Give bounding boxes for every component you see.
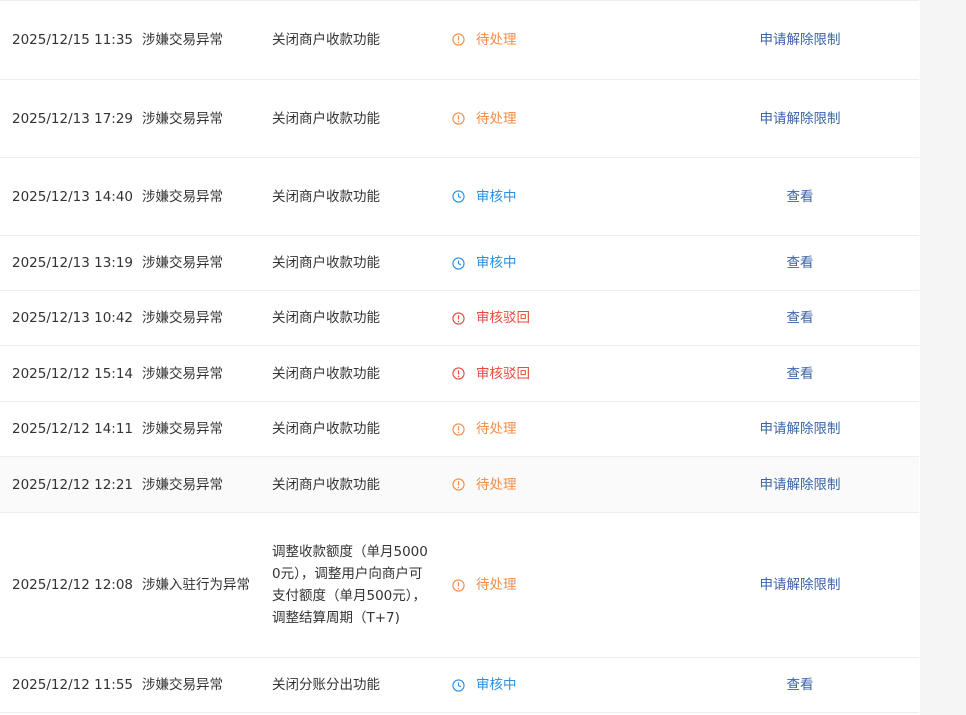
cell-status: 审核中 <box>452 158 652 235</box>
cell-operation: 查看 <box>700 291 900 345</box>
cell-operation: 查看 <box>700 158 900 235</box>
status-text: 待处理 <box>476 476 517 493</box>
cell-reason: 涉嫌交易异常 <box>142 365 223 382</box>
view-link[interactable]: 查看 <box>787 363 814 385</box>
exclamation-circle-icon <box>452 578 465 592</box>
exclamation-circle-icon <box>452 33 465 46</box>
cell-operation: 申请解除限制 <box>700 402 900 456</box>
cell-action: 关闭商户收款功能 <box>272 476 380 493</box>
table-row: 2025/12/13 13:19 涉嫌交易异常 关闭商户收款功能 审核中 查看 <box>0 236 919 291</box>
cell-operation: 查看 <box>700 346 900 401</box>
status-text: 审核驳回 <box>476 365 530 382</box>
exclamation-circle-icon <box>452 478 465 491</box>
cell-status: 待处理 <box>452 80 652 157</box>
cell-time: 2025/12/12 12:08 <box>12 577 134 593</box>
cell-reason: 涉嫌交易异常 <box>142 110 223 127</box>
request-unlock-link[interactable]: 申请解除限制 <box>760 474 841 496</box>
cell-action: 关闭分账分出功能 <box>272 677 380 693</box>
cell-time: 2025/12/12 15:14 <box>12 365 134 382</box>
cell-reason: 涉嫌交易异常 <box>142 310 223 326</box>
status-text: 审核中 <box>476 677 517 693</box>
table-row: 2025/12/13 10:42 涉嫌交易异常 关闭商户收款功能 审核驳回 查看 <box>0 291 919 346</box>
request-unlock-link[interactable]: 申请解除限制 <box>760 29 841 51</box>
cell-status: 审核中 <box>452 658 652 712</box>
table-row: 2025/12/12 14:11 涉嫌交易异常 关闭商户收款功能 待处理 申请解… <box>0 402 919 457</box>
cell-time: 2025/12/13 10:42 <box>12 310 134 326</box>
cell-action: 关闭商户收款功能 <box>272 31 380 48</box>
clock-icon <box>452 256 465 270</box>
cell-reason: 涉嫌交易异常 <box>142 476 223 493</box>
cell-action: 关闭商户收款功能 <box>272 188 380 205</box>
status-text: 待处理 <box>476 110 517 127</box>
cell-reason: 涉嫌交易异常 <box>142 31 223 48</box>
table-row: 2025/12/12 12:08 涉嫌入驻行为异常 调整收款额度（单月50000… <box>0 513 919 658</box>
clock-icon <box>452 190 465 203</box>
cell-operation: 申请解除限制 <box>700 80 900 157</box>
table-row: 2025/12/12 15:14 涉嫌交易异常 关闭商户收款功能 审核驳回 查看 <box>0 346 919 402</box>
view-link[interactable]: 查看 <box>787 674 814 696</box>
cell-reason: 涉嫌入驻行为异常 <box>142 577 250 593</box>
cell-action: 关闭商户收款功能 <box>272 310 380 326</box>
cell-reason: 涉嫌交易异常 <box>142 677 223 693</box>
cell-operation: 查看 <box>700 236 900 290</box>
cell-action: 关闭商户收款功能 <box>272 255 380 271</box>
view-link[interactable]: 查看 <box>787 186 814 208</box>
clock-icon <box>452 678 465 692</box>
exclamation-circle-icon <box>452 367 465 380</box>
status-text: 待处理 <box>476 577 517 593</box>
table-row: 2025/12/13 17:29 涉嫌交易异常 关闭商户收款功能 待处理 申请解… <box>0 80 919 158</box>
cell-status: 待处理 <box>452 457 652 512</box>
cell-reason: 涉嫌交易异常 <box>142 255 223 271</box>
cell-action: 关闭商户收款功能 <box>272 110 380 127</box>
cell-operation: 查看 <box>700 658 900 712</box>
table-row: 2025/12/12 11:55 涉嫌交易异常 关闭分账分出功能 审核中 查看 <box>0 658 919 713</box>
view-link[interactable]: 查看 <box>787 307 814 329</box>
exclamation-circle-icon <box>452 422 465 436</box>
table-row: 2025/12/12 12:21 涉嫌交易异常 关闭商户收款功能 待处理 申请解… <box>0 457 919 513</box>
cell-time: 2025/12/12 14:11 <box>12 421 134 437</box>
cell-action: 调整收款额度（单月50000元），调整用户向商户可支付额度（单月500元），调整… <box>272 544 428 626</box>
status-text: 审核中 <box>476 188 517 205</box>
cell-operation: 申请解除限制 <box>700 457 900 512</box>
cell-status: 待处理 <box>452 402 652 456</box>
table-row: 2025/12/15 11:35 涉嫌交易异常 关闭商户收款功能 待处理 申请解… <box>0 0 919 80</box>
cell-time: 2025/12/15 11:35 <box>12 31 134 48</box>
status-text: 待处理 <box>476 421 517 437</box>
request-unlock-link[interactable]: 申请解除限制 <box>760 418 841 440</box>
scrollbar-track[interactable] <box>920 0 966 715</box>
status-text: 审核驳回 <box>476 310 530 326</box>
table-row: 2025/12/13 14:40 涉嫌交易异常 关闭商户收款功能 审核中 查看 <box>0 158 919 236</box>
cell-status: 审核驳回 <box>452 346 652 401</box>
cell-status: 审核驳回 <box>452 291 652 345</box>
request-unlock-link[interactable]: 申请解除限制 <box>760 574 841 596</box>
cell-reason: 涉嫌交易异常 <box>142 421 223 437</box>
cell-time: 2025/12/13 13:19 <box>12 255 134 271</box>
restriction-records-table: 2025/12/15 11:35 涉嫌交易异常 关闭商户收款功能 待处理 申请解… <box>0 0 919 713</box>
cell-time: 2025/12/13 14:40 <box>12 188 134 205</box>
cell-time: 2025/12/12 11:55 <box>12 677 134 693</box>
cell-time: 2025/12/13 17:29 <box>12 110 134 127</box>
cell-operation: 申请解除限制 <box>700 0 900 79</box>
cell-status: 待处理 <box>452 0 652 79</box>
cell-action: 关闭商户收款功能 <box>272 365 380 382</box>
cell-reason: 涉嫌交易异常 <box>142 188 223 205</box>
status-text: 待处理 <box>476 31 517 48</box>
cell-time: 2025/12/12 12:21 <box>12 476 134 493</box>
cell-status: 待处理 <box>452 513 652 657</box>
cell-operation: 申请解除限制 <box>700 513 900 657</box>
cell-status: 审核中 <box>452 236 652 290</box>
cell-action: 关闭商户收款功能 <box>272 421 380 437</box>
restriction-records-page: 2025/12/15 11:35 涉嫌交易异常 关闭商户收款功能 待处理 申请解… <box>0 0 966 715</box>
status-text: 审核中 <box>476 255 517 271</box>
view-link[interactable]: 查看 <box>787 252 814 274</box>
request-unlock-link[interactable]: 申请解除限制 <box>760 108 841 130</box>
exclamation-circle-icon <box>452 112 465 125</box>
exclamation-circle-icon <box>452 311 465 325</box>
